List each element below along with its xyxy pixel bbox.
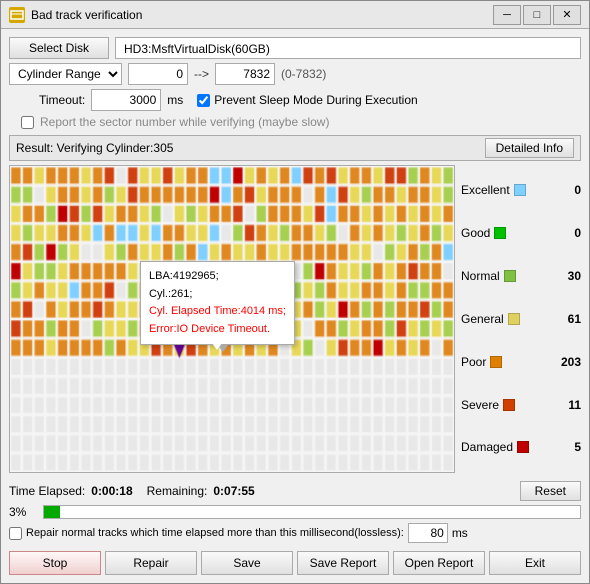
main-area: LBA:4192965; Cyl.:261; Cyl. Elapsed Time…	[9, 165, 581, 473]
legend-label: Excellent	[461, 183, 526, 197]
time-elapsed-label: Time Elapsed:	[9, 484, 85, 498]
progress-bar	[43, 505, 581, 519]
repair-button[interactable]: Repair	[105, 551, 197, 575]
timeout-row: Timeout: 3000 ms Prevent Sleep Mode Duri…	[9, 89, 581, 111]
legend-color-dot	[503, 399, 515, 411]
timeout-label: Timeout:	[39, 93, 85, 107]
legend-name: General	[461, 312, 504, 326]
range-type-select[interactable]: Cylinder Range LBA Range	[9, 63, 122, 85]
select-disk-button[interactable]: Select Disk	[9, 37, 109, 59]
result-text: Result: Verifying Cylinder:305	[16, 141, 173, 155]
reset-button[interactable]: Reset	[520, 481, 581, 501]
legend-label: Good	[461, 226, 506, 240]
legend-label: General	[461, 312, 520, 326]
prevent-sleep-row: Prevent Sleep Mode During Execution	[197, 93, 417, 107]
window-controls: ─ □ ✕	[493, 5, 581, 25]
legend-name: Normal	[461, 269, 500, 283]
legend-count: 30	[568, 269, 581, 283]
prevent-sleep-label: Prevent Sleep Mode During Execution	[214, 93, 417, 107]
report-sector-checkbox[interactable]	[21, 116, 34, 129]
result-bar: Result: Verifying Cylinder:305 Detailed …	[9, 135, 581, 161]
report-sector-row: Report the sector number while verifying…	[21, 115, 581, 129]
prevent-sleep-checkbox[interactable]	[197, 94, 210, 107]
range-row: Cylinder Range LBA Range 0 --> 7832 (0-7…	[9, 63, 581, 85]
legend-item-general: General 61	[461, 310, 581, 328]
legend-item-poor: Poor 203	[461, 353, 581, 371]
legend-count: 0	[574, 226, 581, 240]
legend-count: 0	[574, 183, 581, 197]
legend-name: Excellent	[461, 183, 510, 197]
legend-label: Normal	[461, 269, 516, 283]
legend-item-damaged: Damaged 5	[461, 438, 581, 456]
legend-label: Poor	[461, 355, 502, 369]
legend-name: Good	[461, 226, 490, 240]
legend-count: 5	[574, 440, 581, 454]
legend-color-dot	[517, 441, 529, 453]
time-elapsed-value: 0:00:18	[91, 484, 132, 498]
legend-count: 203	[561, 355, 581, 369]
repair-ms-input[interactable]: 80	[408, 523, 448, 543]
legend-name: Damaged	[461, 440, 513, 454]
legend-area: Excellent 0 Good 0 Normal 30 General 61 …	[461, 165, 581, 473]
range-start-input[interactable]: 0	[128, 63, 188, 85]
progress-row: 3%	[9, 505, 581, 519]
legend-color-dot	[514, 184, 526, 196]
content-area: Select Disk HD3:MsftVirtualDisk(60GB) Cy…	[1, 29, 589, 583]
main-window: Bad track verification ─ □ ✕ Select Disk…	[0, 0, 590, 584]
stop-button[interactable]: Stop	[9, 551, 101, 575]
legend-color-dot	[508, 313, 520, 325]
legend-count: 61	[568, 312, 581, 326]
legend-count: 11	[568, 398, 581, 412]
grid-canvas	[10, 166, 454, 472]
detailed-info-button[interactable]: Detailed Info	[485, 138, 574, 158]
grid-area: LBA:4192965; Cyl.:261; Cyl. Elapsed Time…	[9, 165, 455, 473]
legend-name: Severe	[461, 398, 499, 412]
legend-color-dot	[504, 270, 516, 282]
legend-item-good: Good 0	[461, 224, 581, 242]
disk-row: Select Disk HD3:MsftVirtualDisk(60GB)	[9, 37, 581, 59]
remaining-label: Remaining:	[147, 484, 208, 498]
legend-color-dot	[494, 227, 506, 239]
time-row: Time Elapsed: 0:00:18 Remaining: 0:07:55…	[9, 481, 581, 501]
legend-label: Damaged	[461, 440, 529, 454]
disk-value: HD3:MsftVirtualDisk(60GB)	[115, 37, 581, 59]
timeout-input[interactable]: 3000	[91, 89, 161, 111]
repair-checkbox[interactable]	[9, 527, 22, 540]
save-report-button[interactable]: Save Report	[297, 551, 389, 575]
app-icon	[9, 7, 25, 23]
range-end-input[interactable]: 7832	[215, 63, 275, 85]
bottom-area: Time Elapsed: 0:00:18 Remaining: 0:07:55…	[9, 481, 581, 543]
title-bar: Bad track verification ─ □ ✕	[1, 1, 589, 29]
window-title: Bad track verification	[31, 8, 493, 22]
remaining-value: 0:07:55	[213, 484, 254, 498]
report-sector-label: Report the sector number while verifying…	[40, 115, 329, 129]
footer-buttons: Stop Repair Save Save Report Open Report…	[9, 551, 581, 575]
range-hint: (0-7832)	[281, 67, 326, 81]
repair-label: Repair normal tracks which time elapsed …	[26, 527, 404, 539]
save-button[interactable]: Save	[201, 551, 293, 575]
progress-percent: 3%	[9, 505, 37, 519]
timeout-unit: ms	[167, 93, 183, 107]
open-report-button[interactable]: Open Report	[393, 551, 485, 575]
legend-item-normal: Normal 30	[461, 267, 581, 285]
legend-label: Severe	[461, 398, 515, 412]
legend-item-excellent: Excellent 0	[461, 181, 581, 199]
legend-name: Poor	[461, 355, 486, 369]
legend-color-dot	[490, 356, 502, 368]
repair-unit: ms	[452, 526, 468, 540]
repair-row: Repair normal tracks which time elapsed …	[9, 523, 581, 543]
range-arrow: -->	[194, 67, 209, 81]
legend-item-severe: Severe 11	[461, 396, 581, 414]
maximize-button[interactable]: □	[523, 5, 551, 25]
minimize-button[interactable]: ─	[493, 5, 521, 25]
exit-button[interactable]: Exit	[489, 551, 581, 575]
close-button[interactable]: ✕	[553, 5, 581, 25]
progress-bar-fill	[44, 506, 60, 518]
